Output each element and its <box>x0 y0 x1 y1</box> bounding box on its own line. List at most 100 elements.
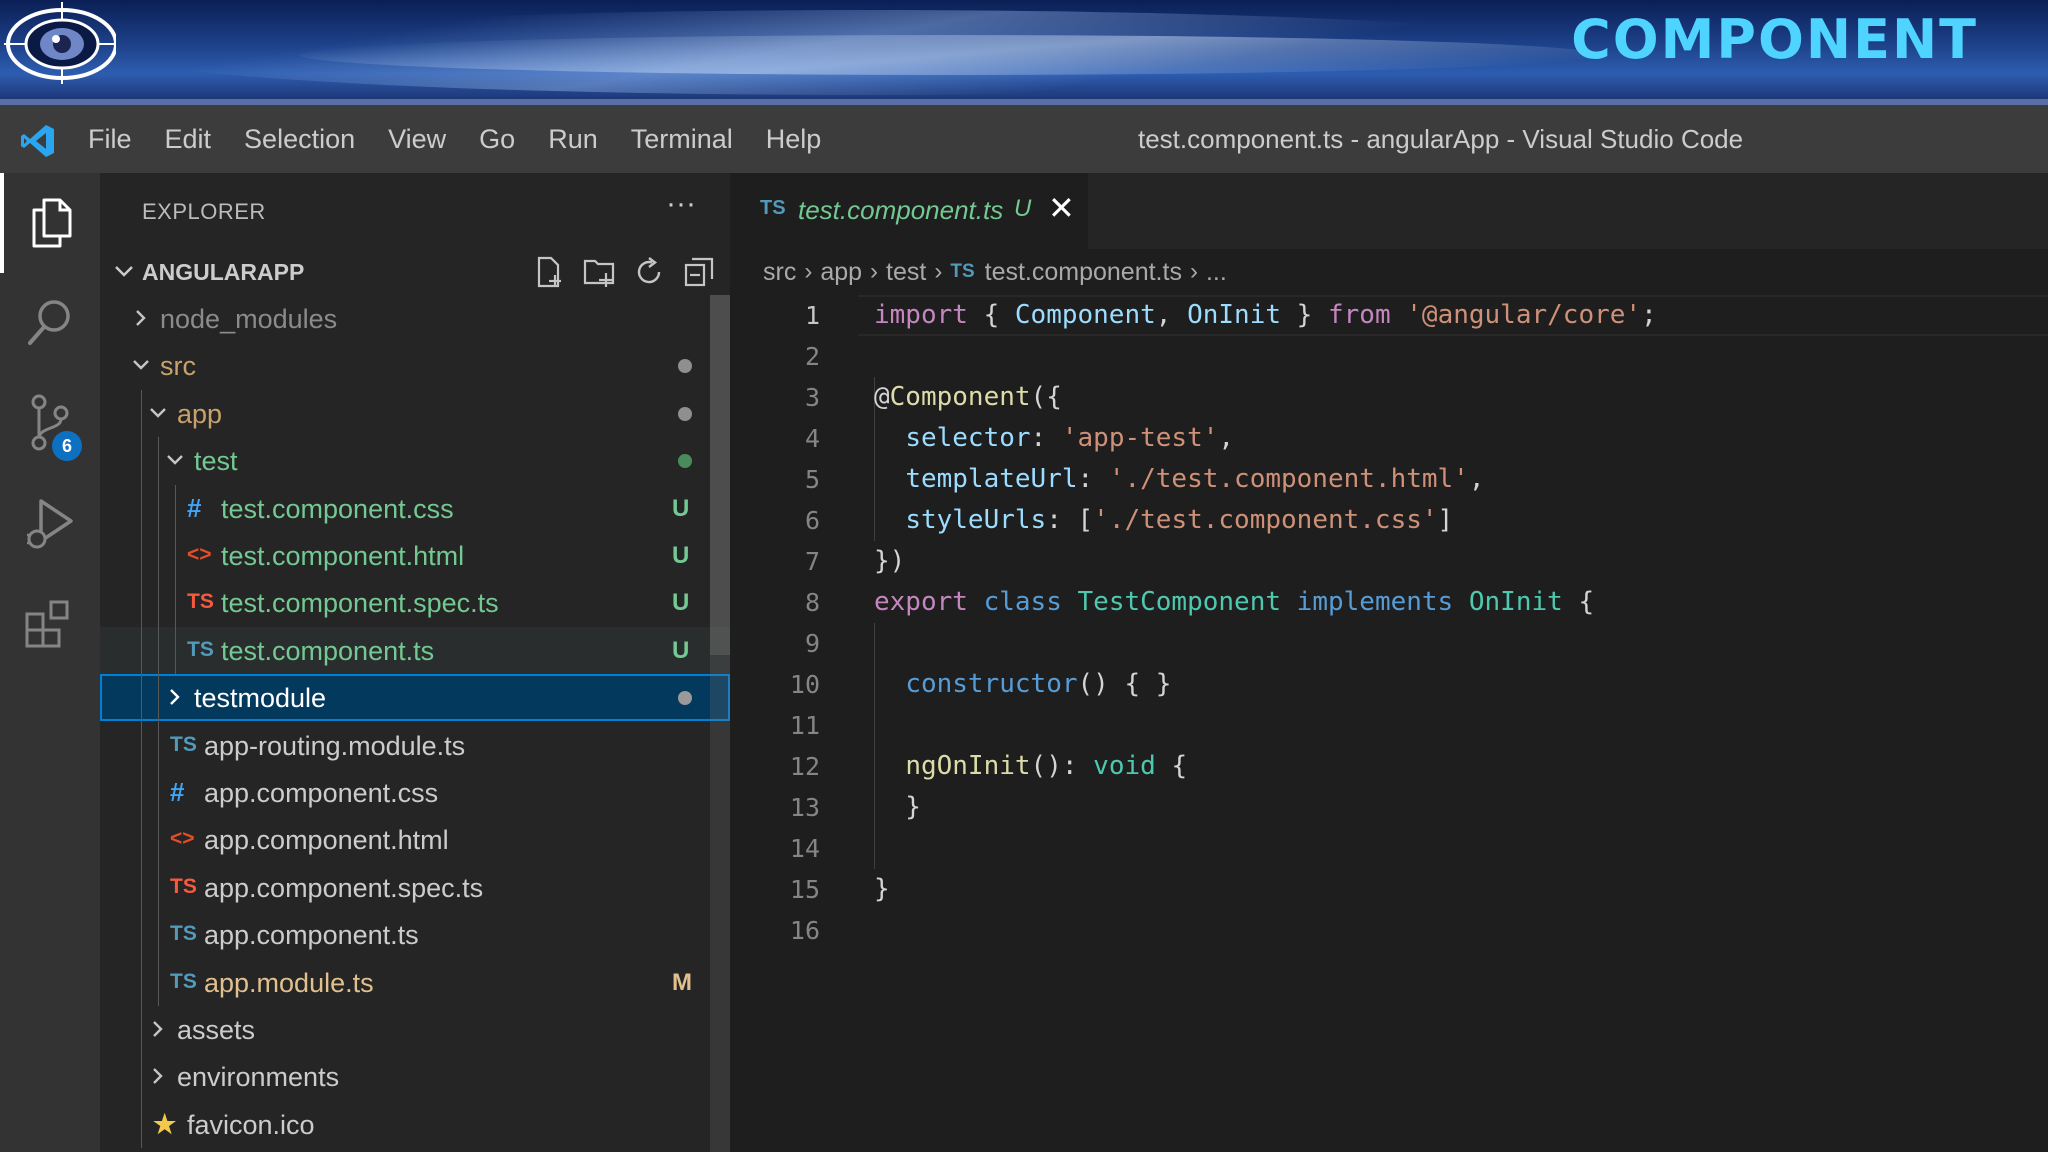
line-number: 8 <box>804 588 820 617</box>
code-line: 1 import { Component, OnInit } from '@ang… <box>730 295 2048 336</box>
chevron-right-icon <box>170 689 180 706</box>
typescript-file-icon: TS <box>187 590 214 614</box>
tree-item-label: test.component.spec.ts <box>221 588 499 619</box>
code-token: '@angular/core' <box>1406 300 1642 330</box>
chevron-right-icon: › <box>1189 258 1198 285</box>
line-number: 16 <box>789 916 820 945</box>
tree-item-test[interactable]: test <box>100 437 730 484</box>
line-number: 4 <box>804 424 820 453</box>
tree-item-app-component-html[interactable]: <> app.component.html <box>100 816 730 863</box>
menu-selection[interactable]: Selection <box>244 124 355 155</box>
breadcrumb-test[interactable]: test <box>886 258 926 287</box>
code-line: 8 export class TestComponent implements O… <box>730 582 2048 623</box>
extensions-activity-button[interactable] <box>0 573 100 673</box>
menu-run[interactable]: Run <box>548 124 598 155</box>
menu-terminal[interactable]: Terminal <box>631 124 733 155</box>
tree-item-label: test.component.css <box>221 493 454 524</box>
code-text: } <box>874 869 890 910</box>
tree-item-favicon-ico[interactable]: ★ favicon.ico <box>100 1101 730 1148</box>
code-token: { <box>967 300 1015 330</box>
tree-item-app-component-spec-ts[interactable]: TS app.component.spec.ts <box>100 864 730 911</box>
tree-item-test-component-ts[interactable]: TS test.component.ts U <box>100 626 730 674</box>
menu-view[interactable]: View <box>388 124 446 155</box>
source-control-activity-button[interactable] <box>0 373 100 473</box>
tree-item-test-component-css[interactable]: # test.component.css U <box>100 485 730 532</box>
menu-file[interactable]: File <box>88 124 132 155</box>
breadcrumb-symbols[interactable]: ... <box>1206 258 1227 287</box>
search-activity-button[interactable] <box>0 273 100 373</box>
tree-item-app[interactable]: app <box>100 390 730 437</box>
code-line: 6 styleUrls: ['./test.component.css'] <box>730 500 2048 541</box>
more-actions-icon[interactable]: ··· <box>666 187 696 221</box>
chevron-right-icon <box>153 1068 163 1085</box>
code-token: , <box>1468 464 1485 494</box>
tab-test-component-ts[interactable]: TS test.component.ts U ✕ <box>730 173 1088 249</box>
untracked-status-badge: U <box>672 636 690 664</box>
new-folder-icon[interactable] <box>582 255 616 289</box>
tree-item-label: app-routing.module.ts <box>204 730 466 761</box>
tree-item-app-component-css[interactable]: # app.component.css <box>100 769 730 816</box>
tree-item-src[interactable]: src <box>100 342 730 389</box>
code-text: constructor() { } <box>874 664 1171 705</box>
tree-item-app-routing-module-ts[interactable]: TS app-routing.module.ts <box>100 722 730 769</box>
run-debug-icon <box>27 499 73 549</box>
code-token: } <box>1281 300 1328 330</box>
line-number: 12 <box>789 752 820 781</box>
code-token: OnInit <box>1187 300 1282 330</box>
tree-item-app-component-ts[interactable]: TS app.component.ts <box>100 911 730 958</box>
breadcrumb-file[interactable]: test.component.ts <box>985 258 1182 287</box>
breadcrumb-src[interactable]: src <box>763 258 796 287</box>
indent-guide <box>141 389 142 1149</box>
typescript-file-icon: TS <box>170 732 197 756</box>
tree-item-testmodule[interactable]: testmodule <box>100 674 730 722</box>
code-editor[interactable]: 1 import { Component, OnInit } from '@ang… <box>730 295 2048 1152</box>
line-number: 2 <box>804 342 820 371</box>
tree-item-app-module-ts[interactable]: TS app.module.ts M <box>100 959 730 1006</box>
sidebar-scroll-thumb[interactable] <box>710 295 730 655</box>
tree-item-label: app <box>177 398 223 429</box>
menu-go[interactable]: Go <box>479 124 515 155</box>
code-line: 14 <box>730 828 2048 869</box>
new-file-icon[interactable] <box>532 255 566 289</box>
chevron-right-icon <box>136 310 146 326</box>
code-token: }) <box>874 546 906 576</box>
tree-item-test-component-spec-ts[interactable]: TS test.component.spec.ts U <box>100 579 730 626</box>
project-section-header[interactable]: ANGULARAPP <box>100 249 730 295</box>
tree-item-test-component-html[interactable]: <> test.component.html U <box>100 532 730 579</box>
indent-guide <box>158 437 159 1006</box>
explorer-title: EXPLORER <box>142 199 266 224</box>
tree-item-assets[interactable]: assets <box>100 1006 730 1053</box>
source-control-badge: 6 <box>52 431 82 461</box>
code-token: class <box>983 587 1062 617</box>
code-line: 7}) <box>730 541 2048 582</box>
code-text: export class TestComponent implements On… <box>874 582 1594 623</box>
refresh-icon[interactable] <box>632 255 666 289</box>
explorer-activity-button[interactable] <box>0 173 100 273</box>
code-token: selector <box>905 423 1031 453</box>
run-debug-activity-button[interactable] <box>0 473 100 573</box>
code-token: export <box>874 587 968 617</box>
close-icon[interactable]: ✕ <box>1048 189 1075 227</box>
explorer-sidebar: EXPLORER ··· ANGULARAPP node_modules src a… <box>100 173 730 1152</box>
code-token: } <box>874 792 921 822</box>
line-number: 3 <box>804 383 820 412</box>
code-token: ; <box>1641 300 1657 330</box>
breadcrumb-app[interactable]: app <box>820 258 862 287</box>
menu-edit[interactable]: Edit <box>165 124 212 155</box>
line-number: 5 <box>804 465 820 494</box>
code-token: (): <box>1030 751 1094 781</box>
code-token: implements <box>1296 587 1454 617</box>
collapse-all-icon[interactable] <box>682 255 716 289</box>
modified-dot-indicator <box>678 454 692 469</box>
line-number: 15 <box>789 875 820 904</box>
tree-item-environments[interactable]: environments <box>100 1053 730 1100</box>
menu-help[interactable]: Help <box>766 124 822 155</box>
tree-item-node-modules[interactable]: node_modules <box>100 295 730 342</box>
code-text: selector: 'app-test', <box>874 418 1234 459</box>
